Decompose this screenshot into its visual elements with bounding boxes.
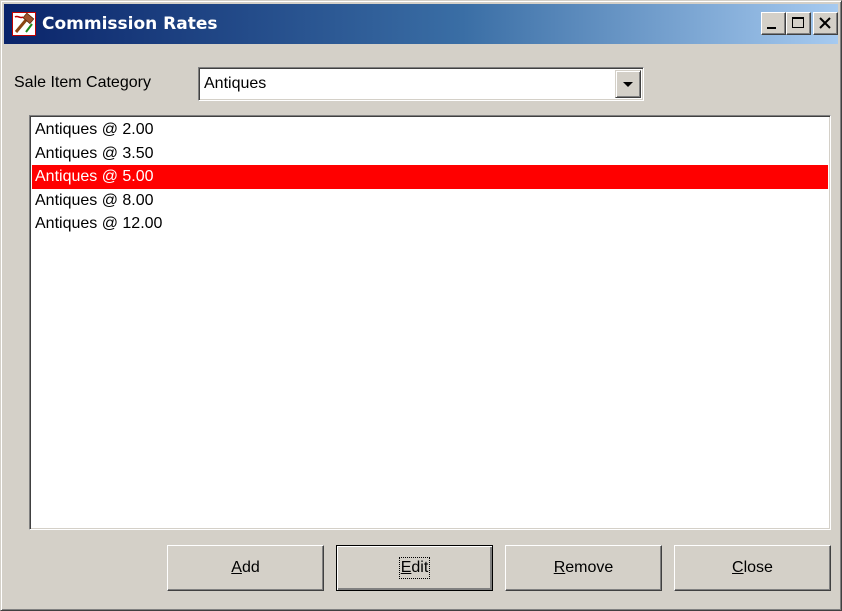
commission-rates-list[interactable]: Antiques @ 2.00 Antiques @ 3.50 Antiques…	[29, 115, 831, 530]
close-button[interactable]: Close	[674, 545, 831, 591]
window-title: Commission Rates	[42, 14, 218, 34]
maximize-button[interactable]	[786, 12, 811, 35]
minimize-icon	[767, 27, 776, 29]
list-item[interactable]: Antiques @ 8.00	[32, 189, 828, 213]
sale-item-category-dropdown[interactable]: Antiques	[198, 67, 644, 101]
title-bar[interactable]: Commission Rates	[4, 4, 838, 44]
close-window-button[interactable]	[813, 12, 838, 35]
maximize-icon	[792, 17, 804, 28]
chevron-down-icon	[623, 82, 633, 87]
close-icon	[819, 17, 831, 29]
sale-item-category-label: Sale Item Category	[14, 74, 151, 91]
edit-button-label: Edit	[398, 557, 431, 579]
add-button[interactable]: Add	[167, 545, 324, 591]
sale-item-category-value: Antiques	[204, 75, 267, 92]
list-item[interactable]: Antiques @ 2.00	[32, 118, 828, 142]
add-button-label: Add	[231, 559, 260, 576]
remove-button[interactable]: Remove	[505, 545, 662, 591]
list-item[interactable]: Antiques @ 12.00	[32, 212, 828, 236]
minimize-button[interactable]	[761, 12, 786, 35]
list-item[interactable]: Antiques @ 3.50	[32, 142, 828, 166]
list-item-selected[interactable]: Antiques @ 5.00	[32, 165, 828, 189]
edit-button[interactable]: Edit	[336, 545, 493, 591]
close-button-label: Close	[732, 559, 773, 576]
commission-rates-window: Commission Rates Sale Item Category Anti…	[0, 0, 842, 611]
remove-button-label: Remove	[553, 559, 614, 576]
dropdown-button[interactable]	[615, 70, 641, 98]
app-icon	[12, 12, 36, 36]
